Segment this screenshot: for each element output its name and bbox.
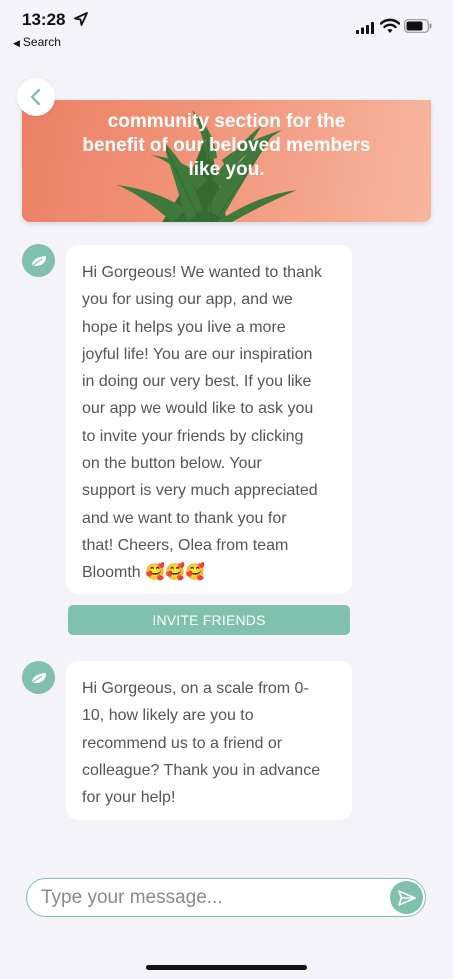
- message-bubble: Hi Gorgeous, on a scale from 0- 10, how …: [66, 661, 352, 820]
- message-line: to invite your friends by clicking: [82, 427, 304, 445]
- message-line: Hi Gorgeous! We wanted to thank: [82, 264, 322, 281]
- message-line: our app we would like to ask you: [82, 400, 314, 418]
- message-line: for your help!: [82, 789, 176, 807]
- status-bar: 13:28 ◀ Search: [0, 0, 453, 60]
- back-to-search-link[interactable]: ◀ Search: [13, 35, 61, 49]
- back-app-label: Search: [22, 35, 61, 49]
- message-line: Hi Gorgeous, on a scale from 0-: [82, 680, 309, 697]
- bot-avatar: [22, 661, 55, 694]
- banner-line: community section for the: [107, 111, 346, 132]
- message-line: colleague? Thank you in advance: [82, 761, 321, 779]
- message-line: in doing our very best. If you like: [82, 373, 312, 391]
- message-line: joyful life! You are our inspiration: [82, 345, 313, 363]
- message-line: recommend us to a friend or: [82, 734, 283, 752]
- home-indicator: [146, 965, 307, 970]
- banner-line: benefit of our beloved members: [82, 135, 371, 156]
- message-line: 10, how likely are you to: [82, 707, 254, 725]
- send-button[interactable]: [390, 881, 423, 914]
- send-icon: [397, 889, 416, 906]
- invite-friends-button[interactable]: INVITE FRIENDS: [68, 605, 350, 635]
- message-line: hope it helps you live a more: [82, 318, 286, 336]
- back-button[interactable]: [17, 78, 55, 116]
- status-time: 13:28: [22, 10, 66, 29]
- message-bubble: Hi Gorgeous! We wanted to thank you for …: [66, 245, 352, 594]
- message-line: Bloomth 🥰🥰🥰: [82, 564, 205, 582]
- back-triangle-icon: ◀: [13, 38, 20, 48]
- cellular-signal-icon: [356, 22, 374, 34]
- message-line: on the button below. Your: [82, 455, 262, 473]
- leaf-icon: [30, 255, 46, 267]
- wifi-icon: [380, 18, 400, 33]
- chevron-left-icon: [30, 88, 41, 106]
- message-line: you for using our app, and we: [82, 291, 293, 309]
- banner-line: like you.: [188, 159, 265, 180]
- location-arrow-icon: [74, 12, 88, 26]
- message-composer: [26, 878, 426, 917]
- community-banner: community section for the benefit of our…: [22, 100, 431, 222]
- leaf-icon: [30, 672, 46, 684]
- bot-avatar: [22, 244, 55, 277]
- battery-icon: [404, 19, 432, 33]
- message-line: that! Cheers, Olea from team: [82, 536, 289, 554]
- message-line: support is very much appreciated: [82, 482, 318, 500]
- message-line: and we want to thank you for: [82, 509, 287, 527]
- message-input[interactable]: [41, 885, 371, 911]
